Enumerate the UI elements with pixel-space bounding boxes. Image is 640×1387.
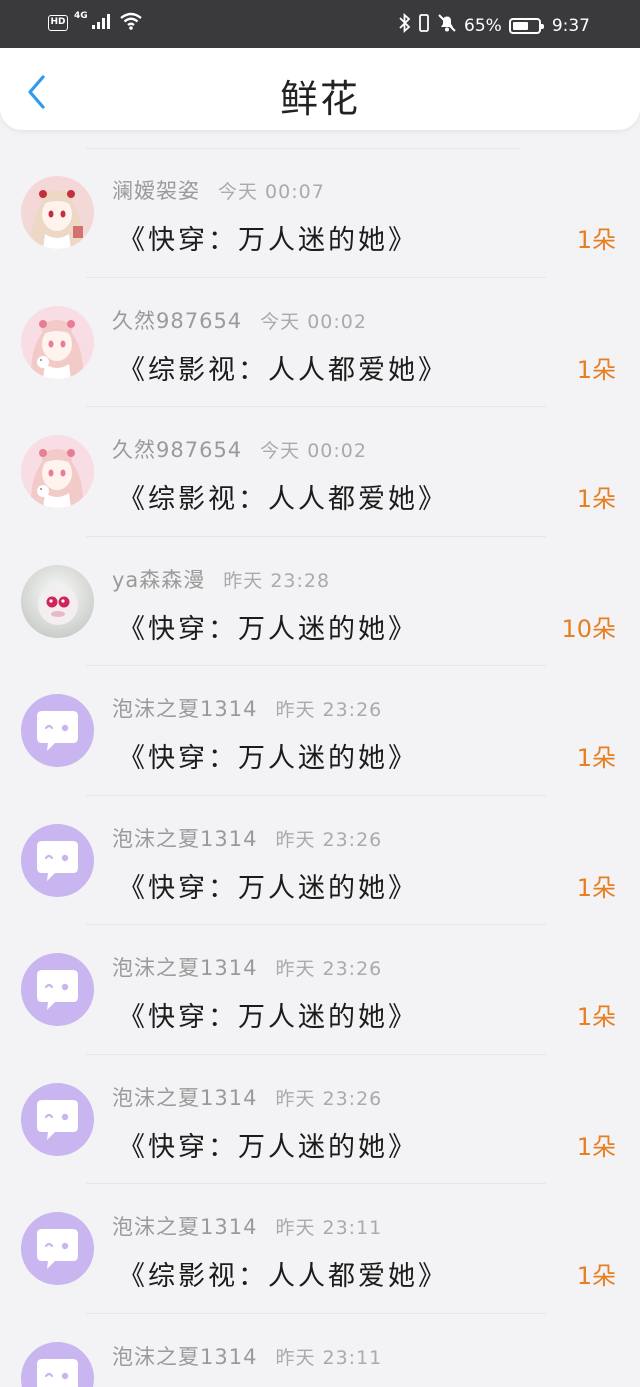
timestamp: 昨天 23:26 bbox=[275, 958, 383, 980]
timestamp: 昨天 23:26 bbox=[275, 828, 383, 851]
book-title[interactable]: 《快穿：万人迷的她》 bbox=[118, 607, 418, 646]
item-meta: 久然987654 今天 00:02 bbox=[112, 305, 367, 335]
username[interactable]: ya森森漫 bbox=[112, 568, 205, 592]
battery-level bbox=[512, 21, 529, 30]
item-meta: ya森森漫 昨天 23:28 bbox=[112, 564, 330, 594]
timestamp: 昨天 23:11 bbox=[275, 1346, 383, 1369]
username[interactable]: 泡沫之夏1314 bbox=[112, 1086, 257, 1110]
book-title[interactable]: 《综影视：人人都爱她》 bbox=[118, 348, 448, 387]
app-header: 鲜花 bbox=[0, 48, 640, 130]
battery-percent: 65% bbox=[464, 15, 502, 36]
anime-girl-red-avatar bbox=[21, 176, 94, 249]
item-meta: 久然987654 今天 00:02 bbox=[112, 434, 367, 464]
flower-count: 1朵 bbox=[576, 1132, 616, 1161]
username[interactable]: 泡沫之夏1314 bbox=[112, 827, 257, 851]
item-meta: 泡沫之夏1314 昨天 23:26 bbox=[112, 823, 382, 853]
item-meta: 泡沫之夏1314 昨天 23:26 bbox=[112, 952, 382, 982]
list-item[interactable]: 久然987654 今天 00:02 《综影视：人人都爱她》 1朵 bbox=[0, 278, 640, 408]
book-title[interactable]: 《快穿：万人迷的她》 bbox=[118, 736, 418, 775]
hd-icon: HD bbox=[48, 15, 68, 31]
flower-count: 1朵 bbox=[576, 226, 616, 254]
wifi-icon bbox=[119, 12, 143, 34]
flower-list: 澜嫒袈姿 今天 00:07 《快穿：万人迷的她》 1朵 久然987654 今天 00… bbox=[0, 148, 640, 1387]
username[interactable]: 澜嫒袈姿 bbox=[112, 179, 200, 203]
list-item[interactable]: 泡沫之夏1314 昨天 23:26 《快穿：万人迷的她》 1朵 bbox=[0, 1055, 640, 1185]
flower-count: 1朵 bbox=[576, 355, 616, 384]
avatar[interactable] bbox=[21, 694, 94, 767]
avatar[interactable] bbox=[21, 564, 94, 638]
book-title[interactable]: 《快穿：万人迷的她》 bbox=[118, 1125, 418, 1164]
flower-count: 1朵 bbox=[576, 744, 616, 772]
username[interactable]: 泡沫之夏1314 bbox=[112, 697, 257, 721]
avatar[interactable] bbox=[21, 1082, 94, 1156]
status-time: 9:37 bbox=[551, 15, 590, 36]
list-item[interactable]: 泡沫之夏1314 昨天 23:26 《快穿：万人迷的她》 1朵 bbox=[0, 666, 640, 796]
status-bar: HD 4G 65% 9:37 bbox=[0, 0, 640, 48]
flower-count: 1朵 bbox=[576, 1003, 616, 1031]
book-title[interactable]: 《快穿：万人迷的她》 bbox=[118, 995, 418, 1034]
timestamp: 昨天 23:11 bbox=[275, 1217, 383, 1239]
fluffy-creature-avatar bbox=[21, 564, 94, 638]
anime-girl-pink-avatar bbox=[21, 435, 94, 508]
avatar[interactable] bbox=[21, 1341, 94, 1387]
flower-count: 10朵 bbox=[561, 614, 616, 643]
list-item[interactable]: 泡沫之夏1314 昨天 23:26 《快穿：万人迷的她》 1朵 bbox=[0, 796, 640, 926]
signal-icon bbox=[91, 12, 113, 34]
default-chat-avatar bbox=[21, 1082, 94, 1156]
flower-count: 1朵 bbox=[576, 485, 616, 513]
mute-icon bbox=[437, 13, 457, 38]
page-title: 鲜花 bbox=[279, 77, 360, 121]
item-meta: 泡沫之夏1314 昨天 23:11 bbox=[112, 1341, 382, 1371]
item-meta: 澜嫒袈姿 今天 00:07 bbox=[112, 175, 325, 205]
list-item[interactable]: ya森森漫 昨天 23:28 《快穿：万人迷的她》 10朵 bbox=[0, 537, 640, 667]
list-item[interactable]: 泡沫之夏1314 昨天 23:26 《快穿：万人迷的她》 1朵 bbox=[0, 925, 640, 1055]
avatar[interactable] bbox=[21, 176, 94, 249]
book-title[interactable]: 《快穿：万人迷的她》 bbox=[118, 866, 418, 905]
bluetooth-icon bbox=[399, 12, 411, 38]
timestamp: 今天 00:02 bbox=[260, 440, 367, 462]
book-title[interactable]: 《综影视：人人都爱她》 bbox=[118, 477, 448, 516]
book-title[interactable]: 《综影视：人人都爱她》 bbox=[118, 1254, 448, 1293]
item-meta: 泡沫之夏1314 昨天 23:26 bbox=[112, 693, 382, 723]
username[interactable]: 泡沫之夏1314 bbox=[112, 1345, 257, 1369]
network-type: 4G bbox=[74, 11, 88, 21]
list-item[interactable]: 泡沫之夏1314 昨天 23:11 《综影视：人人都爱她》 1朵 bbox=[0, 1184, 640, 1314]
flower-count: 1朵 bbox=[576, 1262, 616, 1290]
default-chat-avatar bbox=[21, 823, 94, 897]
avatar[interactable] bbox=[21, 823, 94, 897]
item-meta: 泡沫之夏1314 昨天 23:11 bbox=[112, 1211, 382, 1241]
timestamp: 昨天 23:26 bbox=[275, 1087, 383, 1110]
avatar[interactable] bbox=[21, 953, 94, 1026]
username[interactable]: 久然987654 bbox=[112, 309, 242, 333]
default-chat-avatar bbox=[21, 1341, 94, 1387]
list-item[interactable]: 泡沫之夏1314 昨天 23:11 bbox=[0, 1314, 640, 1387]
default-chat-avatar bbox=[21, 694, 94, 767]
timestamp: 昨天 23:28 bbox=[223, 569, 331, 592]
username[interactable]: 久然987654 bbox=[112, 438, 242, 462]
vibrate-icon bbox=[418, 13, 430, 38]
flower-count: 1朵 bbox=[576, 873, 616, 902]
default-chat-avatar bbox=[21, 953, 94, 1026]
timestamp: 今天 00:07 bbox=[218, 181, 325, 203]
list-item[interactable]: 澜嫒袈姿 今天 00:07 《快穿：万人迷的她》 1朵 bbox=[0, 148, 640, 278]
anime-girl-pink-avatar bbox=[21, 305, 94, 379]
book-title[interactable]: 《快穿：万人迷的她》 bbox=[118, 218, 418, 257]
avatar[interactable] bbox=[21, 1212, 94, 1285]
status-left: HD 4G bbox=[48, 12, 143, 34]
default-chat-avatar bbox=[21, 1212, 94, 1285]
timestamp: 今天 00:02 bbox=[260, 310, 367, 333]
username[interactable]: 泡沫之夏1314 bbox=[112, 956, 257, 980]
timestamp: 昨天 23:26 bbox=[275, 699, 383, 721]
list-item[interactable]: 久然987654 今天 00:02 《综影视：人人都爱她》 1朵 bbox=[0, 407, 640, 537]
avatar[interactable] bbox=[21, 435, 94, 508]
avatar[interactable] bbox=[21, 305, 94, 379]
status-right: 65% 9:37 bbox=[399, 12, 590, 38]
item-meta: 泡沫之夏1314 昨天 23:26 bbox=[112, 1082, 382, 1112]
battery-icon bbox=[508, 17, 544, 34]
username[interactable]: 泡沫之夏1314 bbox=[112, 1215, 257, 1239]
